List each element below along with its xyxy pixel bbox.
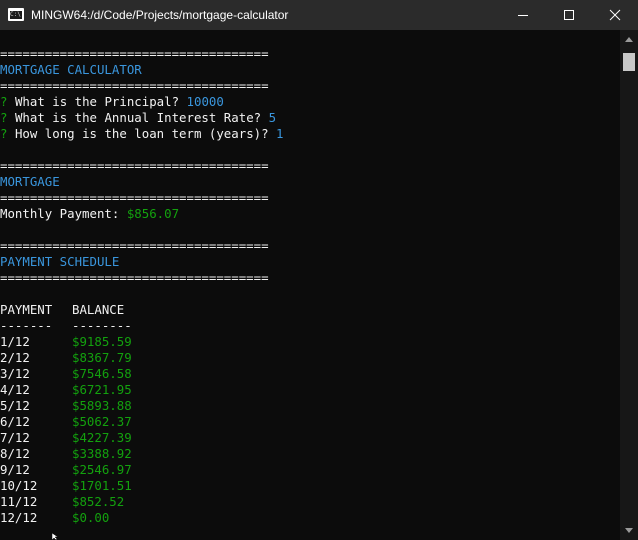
prompt-answer: 5 (268, 110, 277, 125)
minimize-button[interactable] (500, 0, 546, 30)
prompt-question: How long is the loan term (years)? (14, 126, 269, 141)
prompt-question: What is the Annual Interest Rate? (14, 110, 262, 125)
payment-number: 6/12 (0, 414, 30, 429)
balance-value: $9185.59 (72, 334, 132, 349)
balance-value: $0.00 (72, 510, 110, 525)
title-bar: C:\ MINGW64:/d/Code/Projects/mortgage-ca… (0, 0, 638, 30)
schedule-title: PAYMENT SCHEDULE (0, 254, 120, 269)
prompt-mark: ? (0, 110, 8, 125)
payment-number: 10/12 (0, 478, 38, 493)
maximize-icon (564, 10, 574, 20)
payment-number: 11/12 (0, 494, 38, 509)
balance-value: $852.52 (72, 494, 125, 509)
monthly-payment-label: Monthly Payment: (0, 206, 120, 221)
separator-line: ==================================== (0, 158, 269, 173)
monthly-payment-value: $856.07 (126, 206, 180, 221)
close-button[interactable] (592, 0, 638, 30)
payment-number: 5/12 (0, 398, 30, 413)
maximize-button[interactable] (546, 0, 592, 30)
payment-number: 12/12 (0, 510, 38, 525)
schedule-row: 7/12 $4227.39 (0, 430, 140, 446)
mouse-pointer-icon (52, 533, 59, 540)
balance-value: $5062.37 (72, 414, 132, 429)
schedule-header: PAYMENT BALANCE (0, 302, 140, 318)
schedule-row: 6/12 $5062.37 (0, 414, 140, 430)
schedule-row: 9/12 $2546.97 (0, 462, 140, 478)
payment-number: 2/12 (0, 350, 30, 365)
balance-column-header: BALANCE (72, 302, 125, 317)
prompt-mark: ? (0, 126, 8, 141)
separator-line: ==================================== (0, 78, 269, 93)
schedule-row: 4/12 $6721.95 (0, 382, 140, 398)
monthly-payment-line: Monthly Payment: $856.07 (0, 206, 179, 222)
payment-number: 8/12 (0, 446, 30, 461)
prompt-line: ? How long is the loan term (years)? 1 (0, 126, 284, 142)
terminal-app-icon-glyph: C:\ (10, 11, 22, 19)
window-title: MINGW64:/d/Code/Projects/mortgage-calcul… (31, 8, 289, 22)
schedule-row: 11/12 $852.52 (0, 494, 140, 510)
mortgage-title: MORTGAGE (0, 174, 60, 189)
schedule-row: 3/12 $7546.58 (0, 366, 140, 382)
close-icon (609, 9, 621, 21)
prompt-line: ? What is the Annual Interest Rate? 5 (0, 110, 276, 126)
payment-column-header: PAYMENT (0, 302, 53, 317)
prompt-answer: 1 (276, 126, 284, 141)
separator-line: ==================================== (0, 46, 269, 61)
balance-value: $2546.97 (72, 462, 132, 477)
payment-number: 1/12 (0, 334, 30, 349)
prompt-line: ? What is the Principal? 10000 (0, 94, 224, 110)
scrollbar-thumb[interactable] (623, 53, 635, 71)
header-title: MORTGAGE CALCULATOR (0, 62, 142, 77)
terminal-output[interactable]: ==================================== MOR… (0, 30, 620, 540)
schedule-row: 2/12 $8367.79 (0, 350, 140, 366)
schedule-header-underline: ------- -------- (0, 318, 140, 334)
balance-value: $4227.39 (72, 430, 132, 445)
balance-value: $8367.79 (72, 350, 132, 365)
separator-line: ==================================== (0, 190, 269, 205)
balance-value: $6721.95 (72, 382, 132, 397)
minimize-icon (518, 15, 528, 16)
balance-value: $1701.51 (72, 478, 132, 493)
vertical-scrollbar[interactable] (620, 30, 638, 540)
balance-column-underline: -------- (72, 318, 132, 333)
schedule-row: 5/12 $5893.88 (0, 398, 140, 414)
payment-number: 7/12 (0, 430, 30, 445)
terminal-app-icon[interactable]: C:\ (8, 8, 24, 21)
payment-number: 4/12 (0, 382, 30, 397)
payment-number: 3/12 (0, 366, 30, 381)
scroll-down-arrow-icon[interactable] (625, 528, 633, 533)
prompt-question: What is the Principal? (14, 94, 180, 109)
separator-line: ==================================== (0, 270, 269, 285)
schedule-row: 10/12 $1701.51 (0, 478, 140, 494)
payment-column-underline: ------- (0, 318, 53, 333)
prompt-mark: ? (0, 94, 8, 109)
payment-number: 9/12 (0, 462, 30, 477)
scroll-up-arrow-icon[interactable] (625, 37, 633, 42)
balance-value: $5893.88 (72, 398, 132, 413)
separator-line: ==================================== (0, 238, 269, 253)
schedule-row: 8/12 $3388.92 (0, 446, 140, 462)
balance-value: $7546.58 (72, 366, 132, 381)
prompt-answer: 10000 (186, 94, 224, 109)
schedule-row: 12/12 $0.00 (0, 510, 140, 526)
balance-value: $3388.92 (72, 446, 132, 461)
schedule-row: 1/12 $9185.59 (0, 334, 140, 350)
